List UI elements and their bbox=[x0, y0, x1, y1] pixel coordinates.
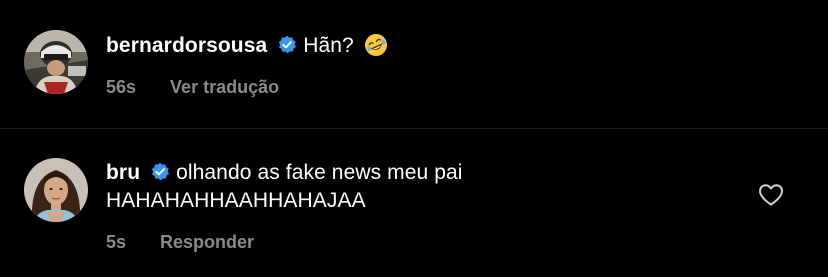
avatar[interactable] bbox=[24, 158, 88, 222]
rolling-on-the-floor-laughing-emoji bbox=[364, 34, 387, 56]
comment-text-line-1: olhando as fake news meu pai bbox=[176, 161, 463, 184]
comment-username[interactable]: bru bbox=[106, 161, 140, 184]
avatar-image bbox=[24, 30, 88, 94]
comment-text-line-2: HAHAHAHHAAHHAHAJAA bbox=[106, 189, 366, 212]
divider bbox=[0, 128, 828, 129]
comment-body: bernardorsousa Hãn? bbox=[106, 32, 758, 60]
verified-badge-icon bbox=[151, 162, 169, 181]
comment-time: 56s bbox=[106, 77, 137, 97]
heart-outline-icon[interactable] bbox=[758, 183, 784, 207]
reply-button[interactable]: Responder bbox=[160, 232, 254, 252]
comment-text: Hãn? bbox=[303, 34, 354, 57]
comment-meta: 5s Responder bbox=[106, 231, 254, 253]
comment-meta: 56s Ver tradução bbox=[106, 76, 279, 98]
verified-badge-icon bbox=[279, 35, 297, 54]
comment-username[interactable]: bernardorsousa bbox=[106, 34, 267, 57]
comment-body: bru olhando as fake news meu pai bbox=[106, 159, 758, 187]
translate-button[interactable]: Ver tradução bbox=[170, 77, 279, 97]
avatar[interactable] bbox=[24, 30, 88, 94]
comment-time: 5s bbox=[106, 232, 127, 252]
avatar-image bbox=[24, 158, 88, 222]
